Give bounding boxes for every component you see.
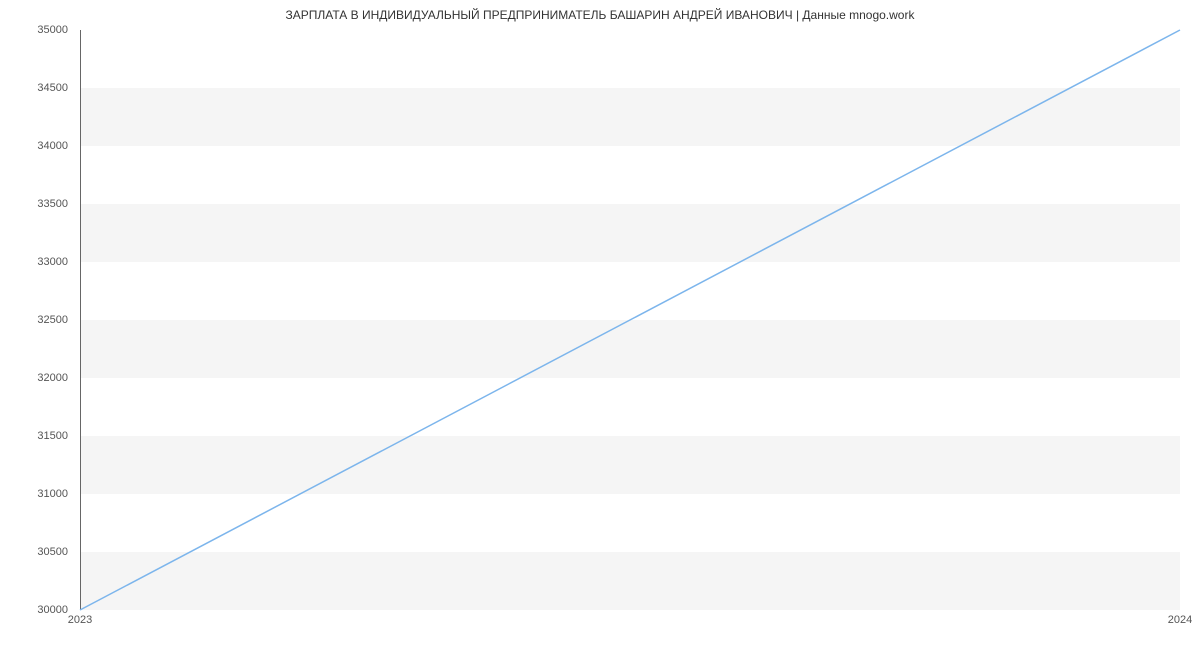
y-axis-label: 34500: [37, 82, 68, 94]
chart-line-layer: [80, 30, 1180, 610]
x-axis-label: 2023: [68, 614, 92, 626]
y-axis-label: 30500: [37, 546, 68, 558]
y-axis-label: 33500: [37, 198, 68, 210]
y-axis-label: 31500: [37, 430, 68, 442]
chart-title: ЗАРПЛАТА В ИНДИВИДУАЛЬНЫЙ ПРЕДПРИНИМАТЕЛ…: [0, 0, 1200, 22]
x-axis-label: 2024: [1168, 614, 1192, 626]
y-axis-label: 32000: [37, 372, 68, 384]
chart-data-line: [80, 30, 1180, 610]
chart-plot-area: 3000030500310003150032000325003300033500…: [80, 30, 1180, 610]
y-axis-label: 30000: [37, 604, 68, 616]
y-axis-label: 31000: [37, 488, 68, 500]
y-axis-label: 32500: [37, 314, 68, 326]
y-axis-label: 34000: [37, 140, 68, 152]
y-axis-label: 35000: [37, 24, 68, 36]
y-axis-label: 33000: [37, 256, 68, 268]
